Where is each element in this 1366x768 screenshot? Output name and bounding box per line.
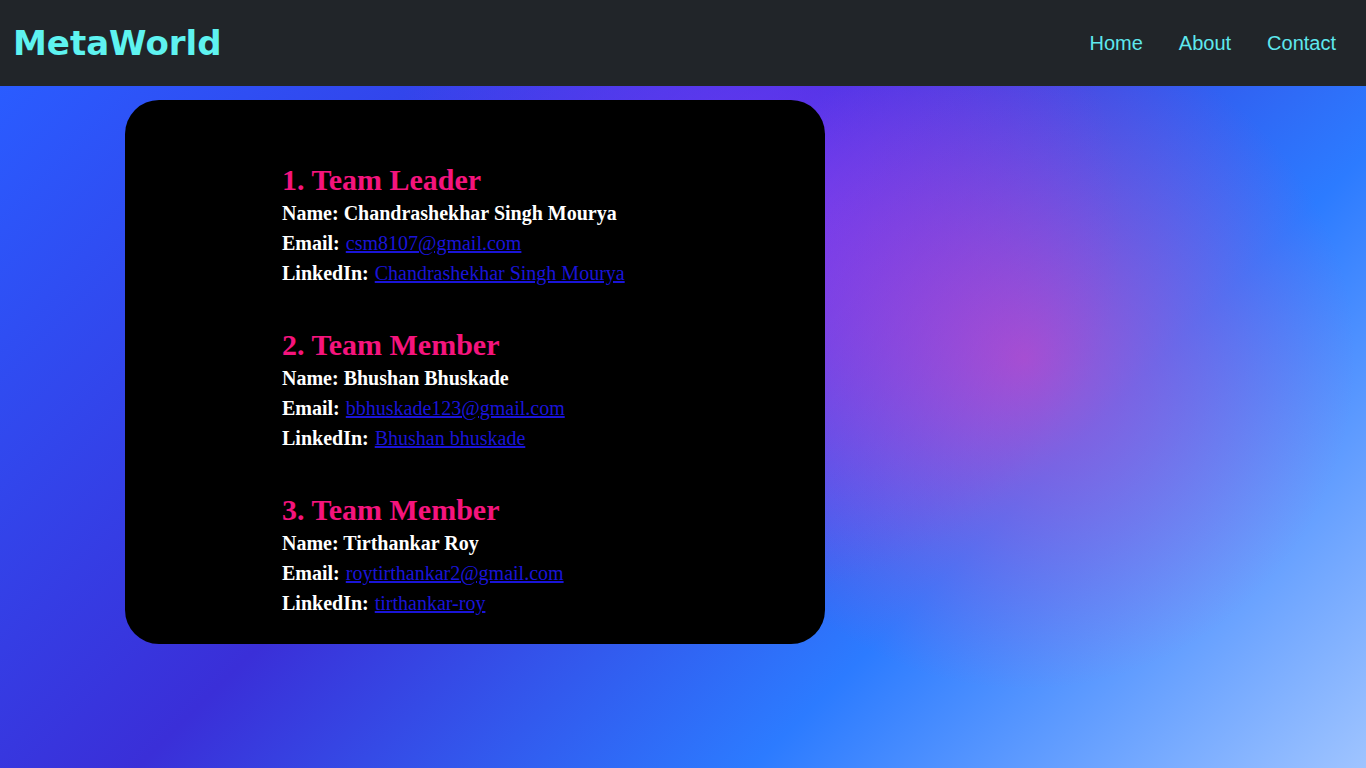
email-link[interactable]: csm8107@gmail.com — [346, 228, 522, 258]
linkedin-label: LinkedIn: — [282, 423, 369, 453]
linkedin-link[interactable]: Chandrashekhar Singh Mourya — [375, 258, 625, 288]
member-name: Name: Tirthankar Roy — [282, 528, 805, 558]
hero-background: 1. Team LeaderName: Chandrashekhar Singh… — [0, 86, 1366, 768]
nav-link[interactable]: Home — [1089, 32, 1142, 55]
member-heading: 2. Team Member — [282, 327, 805, 363]
page: MetaWorldHomeAboutContact1. Team LeaderN… — [0, 0, 1366, 768]
member-email: Email:roytirthankar2@gmail.com — [282, 558, 805, 588]
linkedin-label: LinkedIn: — [282, 588, 369, 618]
email-label: Email: — [282, 228, 340, 258]
linkedin-link[interactable]: tirthankar-roy — [375, 588, 486, 618]
member-linkedin: LinkedIn:tirthankar-roy — [282, 588, 805, 618]
member-name: Name: Chandrashekhar Singh Mourya — [282, 198, 805, 228]
email-link[interactable]: bbhuskade123@gmail.com — [346, 393, 565, 423]
nav-links: Home About Contact — [1089, 32, 1336, 55]
team-member: 2. Team MemberName: Bhushan BhuskadeEmai… — [282, 327, 805, 453]
email-label: Email: — [282, 393, 340, 423]
logo[interactable]: MetaWorld — [13, 23, 222, 63]
linkedin-link[interactable]: Bhushan bhuskade — [375, 423, 526, 453]
email-label: Email: — [282, 558, 340, 588]
member-email: Email:csm8107@gmail.com — [282, 228, 805, 258]
member-linkedin: LinkedIn:Bhushan bhuskade — [282, 423, 805, 453]
navbar: MetaWorld Home About Contact — [0, 0, 1366, 86]
member-heading: 1. Team Leader — [282, 162, 805, 198]
member-linkedin: LinkedIn:Chandrashekhar Singh Mourya — [282, 258, 805, 288]
team-card: 1. Team LeaderName: Chandrashekhar Singh… — [125, 100, 825, 644]
member-name: Name: Bhushan Bhuskade — [282, 363, 805, 393]
member-email: Email:bbhuskade123@gmail.com — [282, 393, 805, 423]
member-heading: 3. Team Member — [282, 492, 805, 528]
linkedin-label: LinkedIn: — [282, 258, 369, 288]
team-member: 3. Team MemberName: Tirthankar RoyEmail:… — [282, 492, 805, 618]
email-link[interactable]: roytirthankar2@gmail.com — [346, 558, 564, 588]
nav-link[interactable]: About — [1179, 32, 1231, 55]
nav-link[interactable]: Contact — [1267, 32, 1336, 55]
team-member: 1. Team LeaderName: Chandrashekhar Singh… — [282, 162, 805, 288]
